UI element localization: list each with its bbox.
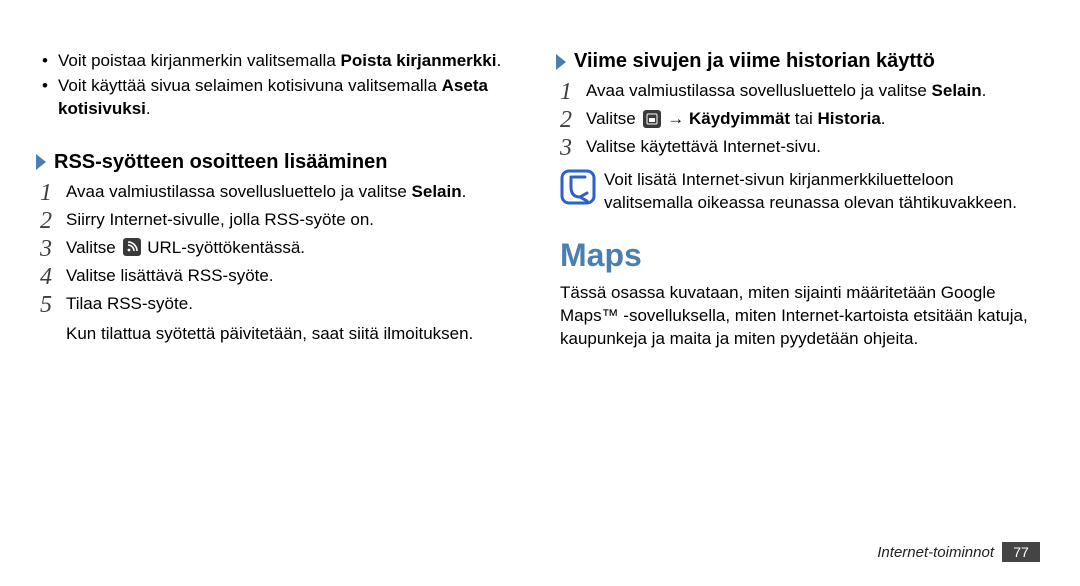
footer-label: Internet-toiminnot [877, 544, 994, 561]
heading-row: RSS-syötteen osoitteen lisääminen [34, 151, 520, 174]
step-item: 1 Avaa valmiustilassa sovellusluettelo j… [560, 79, 1040, 104]
step-body: Valitse käytettävä Internet-sivu. [586, 135, 1040, 160]
chevron-right-icon [34, 152, 48, 172]
bullet-list: Voit poistaa kirjanmerkin valitsemalla P… [40, 50, 520, 123]
step-text-bold: Käydyimmät [689, 109, 790, 128]
right-column: Viime sivujen ja viime historian käyttö … [560, 50, 1040, 546]
step-number: 1 [560, 79, 586, 104]
step-item: 2 Siirry Internet-sivulle, jolla RSS-syö… [40, 208, 520, 233]
step-number: 2 [40, 208, 66, 233]
step-body: Valitse → Käydyimmät tai Historia. [586, 107, 1040, 132]
step-afternote: Kun tilattua syötettä päivitetään, saat … [66, 322, 520, 346]
step-text-post: . [982, 81, 987, 100]
step-item: 2 Valitse → Käydyimmät tai Historia. [560, 107, 1040, 132]
step-text-mid: → [667, 109, 689, 128]
left-column: Voit poistaa kirjanmerkin valitsemalla P… [40, 50, 520, 546]
info-row: Voit lisätä Internet-sivun kirjanmerkkil… [560, 169, 1040, 215]
step-text-bold2: Historia [817, 109, 880, 128]
step-body: Tilaa RSS-syöte. [66, 292, 520, 317]
step-body: Avaa valmiustilassa sovellusluettelo ja … [586, 79, 1040, 104]
bullet-item: Voit poistaa kirjanmerkin valitsemalla P… [40, 50, 520, 73]
section-heading: RSS-syötteen osoitteen lisääminen [54, 151, 387, 174]
step-item: 3 Valitse URL-syöttökentässä. [40, 236, 520, 261]
step-body: Siirry Internet-sivulle, jolla RSS-syöte… [66, 208, 520, 233]
step-text-pre: Valitse [66, 238, 121, 257]
step-text-post: . [881, 109, 886, 128]
step-number: 3 [560, 135, 586, 160]
bullet-text-pre: Voit käyttää sivua selaimen kotisivuna v… [58, 76, 442, 95]
note-icon [560, 169, 596, 205]
main-section-title: Maps [560, 237, 1040, 274]
bullet-text-bold: Poista kirjanmerkki [341, 51, 497, 70]
step-number: 2 [560, 107, 586, 132]
page-footer: Internet-toiminnot 77 [877, 542, 1040, 562]
recent-icon [643, 110, 661, 128]
step-item: 5 Tilaa RSS-syöte. [40, 292, 520, 317]
step-number: 1 [40, 180, 66, 205]
page: Voit poistaa kirjanmerkin valitsemalla P… [0, 0, 1080, 586]
step-number: 3 [40, 236, 66, 261]
section-heading: Viime sivujen ja viime historian käyttö [574, 50, 935, 73]
bullet-item: Voit käyttää sivua selaimen kotisivuna v… [40, 75, 520, 121]
step-text-pre: Avaa valmiustilassa sovellusluettelo ja … [586, 81, 932, 100]
rss-icon [123, 238, 141, 256]
step-body: Avaa valmiustilassa sovellusluettelo ja … [66, 180, 520, 205]
page-number: 77 [1002, 542, 1040, 562]
step-item: 4 Valitse lisättävä RSS-syöte. [40, 264, 520, 289]
bullet-text-post: . [496, 51, 501, 70]
step-text-post: URL-syöttökentässä. [147, 238, 305, 257]
step-number: 5 [40, 292, 66, 317]
step-text-post: . [462, 182, 467, 201]
chevron-right-icon [554, 52, 568, 72]
step-body: Valitse URL-syöttökentässä. [66, 236, 520, 261]
step-number: 4 [40, 264, 66, 289]
step-text-mid2: tai [790, 109, 817, 128]
bullet-text-post: . [146, 99, 151, 118]
step-body: Valitse lisättävä RSS-syöte. [66, 264, 520, 289]
step-text-bold: Selain [412, 182, 462, 201]
heading-row: Viime sivujen ja viime historian käyttö [554, 50, 1040, 73]
step-item: 3 Valitse käytettävä Internet-sivu. [560, 135, 1040, 160]
steps-list: 1 Avaa valmiustilassa sovellusluettelo j… [40, 180, 520, 320]
body-text: Tässä osassa kuvataan, miten sijainti mä… [560, 282, 1040, 351]
bullet-text-pre: Voit poistaa kirjanmerkin valitsemalla [58, 51, 341, 70]
step-text-pre: Valitse [586, 109, 641, 128]
steps-list: 1 Avaa valmiustilassa sovellusluettelo j… [560, 79, 1040, 163]
step-text-bold: Selain [932, 81, 982, 100]
step-text-pre: Avaa valmiustilassa sovellusluettelo ja … [66, 182, 412, 201]
step-item: 1 Avaa valmiustilassa sovellusluettelo j… [40, 180, 520, 205]
info-text: Voit lisätä Internet-sivun kirjanmerkkil… [604, 169, 1040, 215]
